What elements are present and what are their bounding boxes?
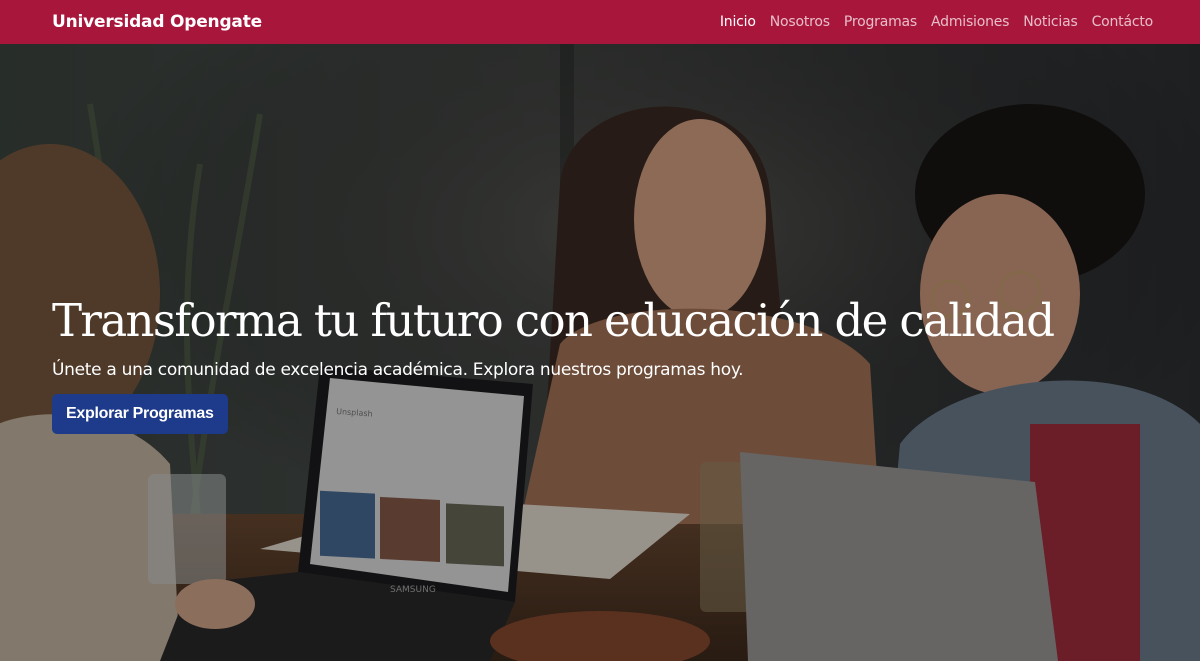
brand-logo[interactable]: Universidad Opengate — [52, 12, 262, 32]
navbar: Universidad Opengate Inicio Nosotros Pro… — [0, 0, 1200, 44]
nav-link-nosotros[interactable]: Nosotros — [770, 14, 830, 30]
hero-section: SAMSUNG Unsplash Transforma tu futuro co… — [0, 44, 1200, 661]
nav-link-noticias[interactable]: Noticias — [1023, 14, 1077, 30]
hero-content: Transforma tu futuro con educación de ca… — [52, 292, 1162, 434]
nav-link-admisiones[interactable]: Admisiones — [931, 14, 1009, 30]
nav-link-contacto[interactable]: Contácto — [1092, 14, 1154, 30]
hero-subtitle: Únete a una comunidad de excelencia acad… — [52, 360, 744, 380]
nav-link-inicio[interactable]: Inicio — [720, 14, 756, 30]
hero-title: Transforma tu futuro con educación de ca… — [52, 294, 1055, 347]
explore-programs-button[interactable]: Explorar Programas — [52, 394, 228, 434]
nav-links: Inicio Nosotros Programas Admisiones Not… — [720, 14, 1153, 30]
nav-link-programas[interactable]: Programas — [844, 14, 917, 30]
